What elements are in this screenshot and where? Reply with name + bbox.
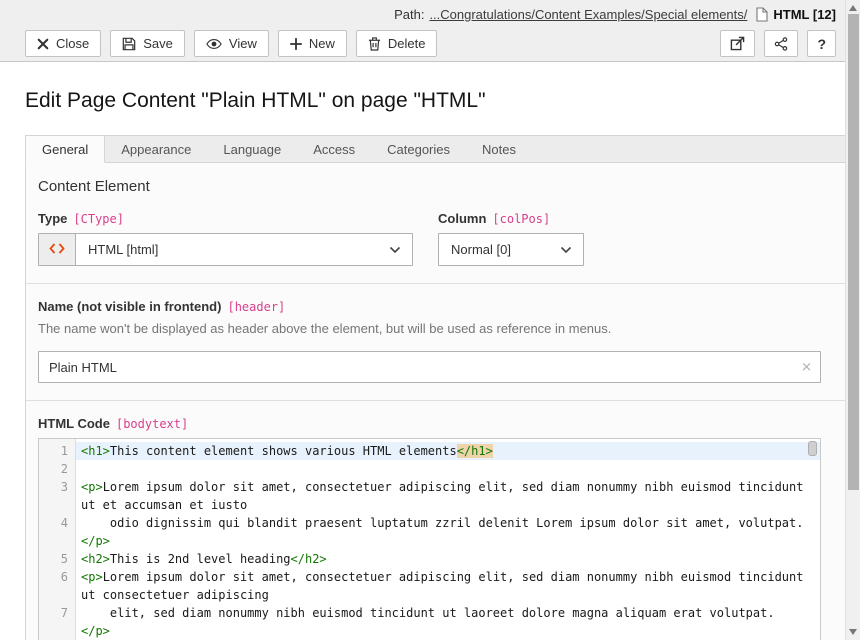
code-line: 1<h1>This content element shows various … (39, 442, 820, 460)
type-select-value: HTML [html] (76, 242, 389, 257)
share-icon (774, 37, 788, 51)
trash-icon (368, 36, 381, 51)
delete-button-label: Delete (388, 36, 426, 51)
scroll-down-icon[interactable] (849, 629, 857, 635)
main-scrollbar[interactable] (845, 0, 860, 640)
select-addon (39, 234, 76, 265)
open-in-new-window-icon (730, 36, 745, 51)
view-button-label: View (229, 36, 257, 51)
share-button[interactable] (764, 30, 798, 57)
code-line: 6<p>Lorem ipsum dolor sit amet, consecte… (39, 568, 820, 604)
open-in-new-window-button[interactable] (720, 30, 755, 57)
record-title: HTML [12] (773, 7, 836, 22)
code-line: 4 odio dignissim qui blandit praesent lu… (39, 514, 820, 550)
content-element-section: Content Element Type[CType] HT (26, 163, 849, 283)
clear-input-icon[interactable]: ✕ (801, 361, 812, 374)
save-button-label: Save (143, 36, 173, 51)
code-line-content[interactable]: <p>Lorem ipsum dolor sit amet, consectet… (76, 568, 820, 604)
line-number: 3 (39, 478, 76, 514)
save-icon (122, 37, 136, 51)
section-heading: Content Element (38, 178, 821, 195)
help-icon: ? (817, 36, 826, 52)
code-line-content[interactable]: elit, sed diam nonummy nibh euismod tinc… (76, 604, 820, 640)
scrollbar-thumb[interactable] (848, 14, 859, 490)
plus-icon (290, 38, 302, 50)
scroll-up-icon[interactable] (849, 5, 857, 11)
toolbar-left-group: Close Save View New Delete (25, 30, 437, 57)
new-button[interactable]: New (278, 30, 347, 57)
page-title: Edit Page Content "Plain HTML" on page "… (25, 89, 850, 113)
name-label-text: Name (not visible in frontend) (38, 299, 221, 314)
line-number: 2 (39, 460, 76, 478)
docheader-toolbar: Close Save View New Delete ? (0, 29, 860, 62)
line-number: 4 (39, 514, 76, 550)
column-field-key: [colPos] (492, 212, 550, 226)
breadcrumb: Path: ...Congratulations/Content Example… (0, 0, 860, 29)
html-code-label-text: HTML Code (38, 416, 110, 431)
bodytext-field-key: [bodytext] (116, 417, 188, 431)
tab-content-panel: Content Element Type[CType] HT (25, 163, 850, 640)
tab-appearance[interactable]: Appearance (105, 136, 207, 162)
eye-icon (206, 38, 222, 50)
type-label-text: Type (38, 211, 67, 226)
type-label: Type [CType] (38, 211, 413, 226)
code-line-content[interactable]: <h2>This is 2nd level heading</h2> (76, 550, 820, 568)
type-field: Type [CType] HTML [html] (38, 211, 413, 266)
chevron-down-icon (389, 246, 401, 254)
tab-notes[interactable]: Notes (466, 136, 532, 162)
toolbar-right-group: ? (720, 30, 836, 57)
close-icon (37, 38, 49, 50)
save-button[interactable]: Save (110, 30, 185, 57)
editor-lines: 1<h1>This content element shows various … (39, 439, 820, 640)
tab-language[interactable]: Language (207, 136, 297, 162)
new-button-label: New (309, 36, 335, 51)
typo3-edit-module: Path: ...Congratulations/Content Example… (0, 0, 860, 640)
column-label-text: Column (438, 211, 486, 226)
docheader: Path: ...Congratulations/Content Example… (0, 0, 860, 62)
html-code-label: HTML Code [bodytext] (38, 416, 821, 431)
line-number: 6 (39, 568, 76, 604)
code-line-content[interactable]: odio dignissim qui blandit praesent lupt… (76, 514, 820, 550)
chevron-down-icon (560, 246, 572, 254)
tab-access[interactable]: Access (297, 136, 371, 162)
path-label: Path: (394, 7, 424, 22)
help-button[interactable]: ? (807, 30, 836, 57)
tab-bar: GeneralAppearanceLanguageAccessCategorie… (25, 135, 850, 163)
close-button[interactable]: Close (25, 30, 101, 57)
close-button-label: Close (56, 36, 89, 51)
type-field-key: [CType] (73, 212, 124, 226)
name-label: Name (not visible in frontend) [header] (38, 299, 821, 314)
column-select[interactable]: Normal [0] (438, 233, 584, 266)
document-icon (756, 7, 768, 22)
tab-general[interactable]: General (25, 135, 105, 163)
editor-scrollbar-thumb[interactable] (808, 441, 817, 456)
code-line: 7 elit, sed diam nonummy nibh euismod ti… (39, 604, 820, 640)
column-label: Column [colPos] (438, 211, 584, 226)
code-line-content[interactable]: <p>Lorem ipsum dolor sit amet, consectet… (76, 478, 820, 514)
name-input[interactable] (38, 351, 821, 383)
code-line-content[interactable]: <h1>This content element shows various H… (76, 442, 820, 460)
code-line: 3<p>Lorem ipsum dolor sit amet, consecte… (39, 478, 820, 514)
type-select[interactable]: HTML [html] (38, 233, 413, 266)
delete-button[interactable]: Delete (356, 30, 438, 57)
name-field-key: [header] (227, 300, 285, 314)
view-button[interactable]: View (194, 30, 269, 57)
tab-categories[interactable]: Categories (371, 136, 466, 162)
line-number: 5 (39, 550, 76, 568)
column-field: Column [colPos] Normal [0] (438, 211, 584, 266)
line-number: 1 (39, 442, 76, 460)
path-link[interactable]: ...Congratulations/Content Examples/Spec… (429, 7, 747, 22)
code-line-content[interactable] (76, 460, 820, 478)
code-line: 2 (39, 460, 820, 478)
line-number: 7 (39, 604, 76, 640)
name-description: The name won't be displayed as header ab… (38, 321, 821, 336)
html-code-section: HTML Code [bodytext] 1<h1>This content el… (26, 400, 849, 640)
code-editor[interactable]: 1<h1>This content element shows various … (38, 438, 821, 640)
html-content-icon (49, 242, 65, 258)
column-select-value: Normal [0] (439, 242, 560, 257)
code-line: 5<h2>This is 2nd level heading</h2> (39, 550, 820, 568)
name-section: Name (not visible in frontend) [header] T… (26, 283, 849, 400)
module-body: Edit Page Content "Plain HTML" on page "… (0, 89, 860, 640)
